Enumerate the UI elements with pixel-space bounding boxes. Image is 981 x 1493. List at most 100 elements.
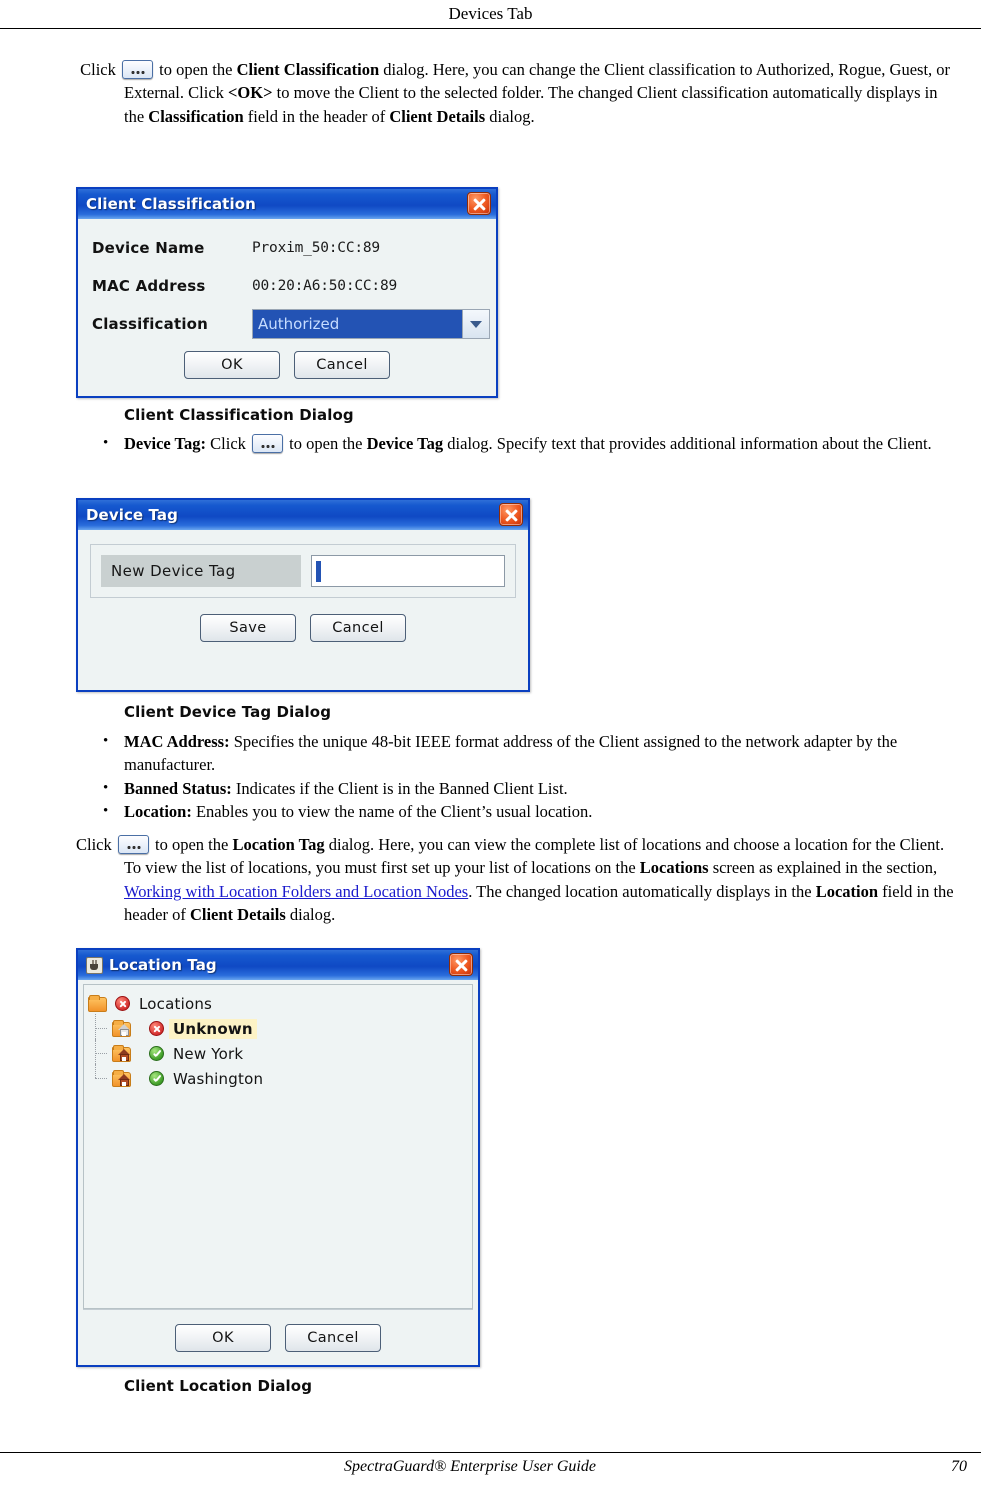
para-bold: Client Details bbox=[189, 904, 286, 924]
tree-node-label: Washington bbox=[173, 1069, 264, 1088]
list-text: Enables you to view the name of the Clie… bbox=[195, 801, 593, 821]
link-working-with-location-folders[interactable]: Working with Location Folders and Locati… bbox=[124, 882, 468, 901]
para-bold: <OK> bbox=[228, 83, 273, 103]
dialog-body: Locations Unknown New York Washington OK… bbox=[78, 980, 478, 1365]
bullet-marker: • bbox=[103, 733, 109, 749]
list-text: Indicates if the Client is in the Banned… bbox=[235, 778, 568, 798]
para-bold: Classification bbox=[148, 106, 244, 126]
para-text: Click bbox=[76, 835, 112, 854]
tree-node-label: Unknown bbox=[169, 1018, 257, 1039]
para-bold: Location bbox=[815, 881, 879, 901]
dialog-title-bar: Location Tag bbox=[78, 950, 478, 980]
bullet-marker: • bbox=[103, 802, 109, 819]
tree-node-new-york[interactable]: New York bbox=[88, 1039, 468, 1066]
cancel-button[interactable]: Cancel bbox=[310, 614, 406, 642]
term-location: Location: bbox=[124, 801, 192, 821]
device-tag-dialog[interactable]: Device Tag New Device Tag Save Cancel bbox=[76, 498, 530, 692]
field-row-mac-address: MAC Address 00:20:A6:50:CC:89 bbox=[78, 267, 496, 305]
classification-selected-value: Authorized bbox=[253, 310, 462, 338]
para-text: . The changed location automatically dis… bbox=[468, 881, 812, 901]
ellipsis-button-icon[interactable] bbox=[117, 835, 149, 854]
dialog-title: Client Classification bbox=[86, 195, 256, 213]
para-text: Click bbox=[80, 60, 116, 79]
bullet-list-device-tag: • Device Tag: Click to open the Device T… bbox=[76, 432, 961, 455]
tree-node-label: Locations bbox=[139, 994, 213, 1013]
list-item-mac-address: • MAC Address: Specifies the unique 48-b… bbox=[76, 730, 961, 777]
new-device-tag-input[interactable] bbox=[311, 555, 505, 587]
client-classification-dialog[interactable]: Client Classification Device Name Proxim… bbox=[76, 187, 498, 398]
dialog-button-row: OK Cancel bbox=[78, 351, 496, 379]
para-text: dialog. bbox=[289, 904, 336, 924]
para-bold: Client Details bbox=[389, 106, 486, 126]
text-caret bbox=[316, 561, 321, 582]
chevron-down-icon[interactable] bbox=[462, 310, 489, 338]
bullet-marker: • bbox=[103, 435, 109, 451]
term-banned-status: Banned Status: bbox=[124, 778, 232, 798]
classification-label: Classification bbox=[92, 315, 209, 333]
tree-node-locations[interactable]: Locations bbox=[88, 991, 468, 1016]
para-text: field in the header of bbox=[247, 106, 386, 126]
device-tag-field-panel: New Device Tag bbox=[90, 544, 516, 598]
para-bold: Location Tag bbox=[232, 835, 325, 854]
header-divider bbox=[0, 28, 981, 29]
paragraph-location-tag: Click to open the Location Tag dialog. H… bbox=[76, 833, 961, 926]
para-text: screen as explained in the section, bbox=[712, 858, 938, 878]
save-button[interactable]: Save bbox=[200, 614, 296, 642]
dialog-title-bar: Client Classification bbox=[78, 189, 496, 219]
tree-node-unknown[interactable]: Unknown bbox=[88, 1014, 468, 1041]
mac-address-label: MAC Address bbox=[92, 277, 206, 295]
page-header: Devices Tab bbox=[0, 0, 981, 30]
ok-button[interactable]: OK bbox=[175, 1323, 271, 1352]
list-item-banned-status: • Banned Status: Indicates if the Client… bbox=[76, 777, 961, 800]
bullet-marker: • bbox=[103, 779, 109, 796]
para-text: dialog. bbox=[489, 106, 535, 126]
para-bold: Client Classification bbox=[236, 60, 380, 79]
list-item-location: • Location: Enables you to view the name… bbox=[76, 800, 961, 823]
para-text: to open the bbox=[155, 835, 229, 854]
close-icon[interactable] bbox=[449, 953, 473, 976]
figure-caption-client-classification: Client Classification Dialog bbox=[124, 406, 354, 424]
footer-page-number: 70 bbox=[951, 1458, 967, 1475]
ok-button[interactable]: OK bbox=[184, 351, 280, 379]
location-tree[interactable]: Locations Unknown New York Washington bbox=[83, 984, 473, 1309]
list-item-device-tag: • Device Tag: Click to open the Device T… bbox=[76, 432, 961, 455]
dialog-title: Location Tag bbox=[109, 956, 217, 974]
dialog-button-row: Save Cancel bbox=[90, 614, 516, 642]
status-error-icon bbox=[149, 1021, 164, 1036]
dialog-title-bar: Device Tag bbox=[78, 500, 528, 530]
list-bold: Device Tag bbox=[366, 434, 444, 453]
dialog-body: New Device Tag Save Cancel bbox=[78, 530, 528, 690]
paragraph-location-tag-wrap: Click to open the Location Tag dialog. H… bbox=[76, 833, 961, 926]
field-row-device-name: Device Name Proxim_50:CC:89 bbox=[78, 229, 496, 267]
location-tag-dialog[interactable]: Location Tag Locations Unknown New York … bbox=[76, 948, 480, 1367]
figure-caption-device-tag: Client Device Tag Dialog bbox=[124, 703, 332, 721]
new-device-tag-label: New Device Tag bbox=[101, 555, 301, 587]
term-device-tag: Device Tag: bbox=[124, 434, 207, 453]
para-bold: Locations bbox=[639, 858, 709, 878]
java-app-icon bbox=[86, 956, 103, 974]
list-text: to open the bbox=[289, 434, 363, 453]
cancel-button[interactable]: Cancel bbox=[294, 351, 390, 379]
folder-house-icon bbox=[112, 1069, 146, 1089]
status-ok-icon bbox=[149, 1046, 164, 1061]
cancel-button[interactable]: Cancel bbox=[285, 1323, 381, 1352]
close-icon[interactable] bbox=[467, 192, 491, 215]
device-name-label: Device Name bbox=[92, 239, 205, 257]
device-name-value: Proxim_50:CC:89 bbox=[252, 240, 380, 256]
ellipsis-button-icon[interactable] bbox=[122, 60, 153, 79]
dialog-body: Device Name Proxim_50:CC:89 MAC Address … bbox=[78, 219, 496, 396]
bullet-list-client-fields: • MAC Address: Specifies the unique 48-b… bbox=[76, 730, 961, 823]
folder-house-icon bbox=[112, 1019, 146, 1039]
close-icon[interactable] bbox=[499, 503, 523, 526]
folder-house-icon bbox=[112, 1044, 146, 1064]
tree-node-label: New York bbox=[173, 1044, 244, 1063]
page-header-title: Devices Tab bbox=[448, 4, 533, 23]
tree-node-washington[interactable]: Washington bbox=[88, 1064, 468, 1091]
para-text: to open the bbox=[159, 60, 233, 79]
dialog-button-row: OK Cancel bbox=[83, 1309, 473, 1365]
classification-select[interactable]: Authorized bbox=[252, 309, 490, 339]
footer-divider-right bbox=[960, 1452, 981, 1453]
list-text: Specifies the unique 48-bit IEEE format … bbox=[124, 732, 898, 775]
ellipsis-button-icon[interactable] bbox=[252, 434, 284, 453]
mac-address-value: 00:20:A6:50:CC:89 bbox=[252, 278, 398, 294]
